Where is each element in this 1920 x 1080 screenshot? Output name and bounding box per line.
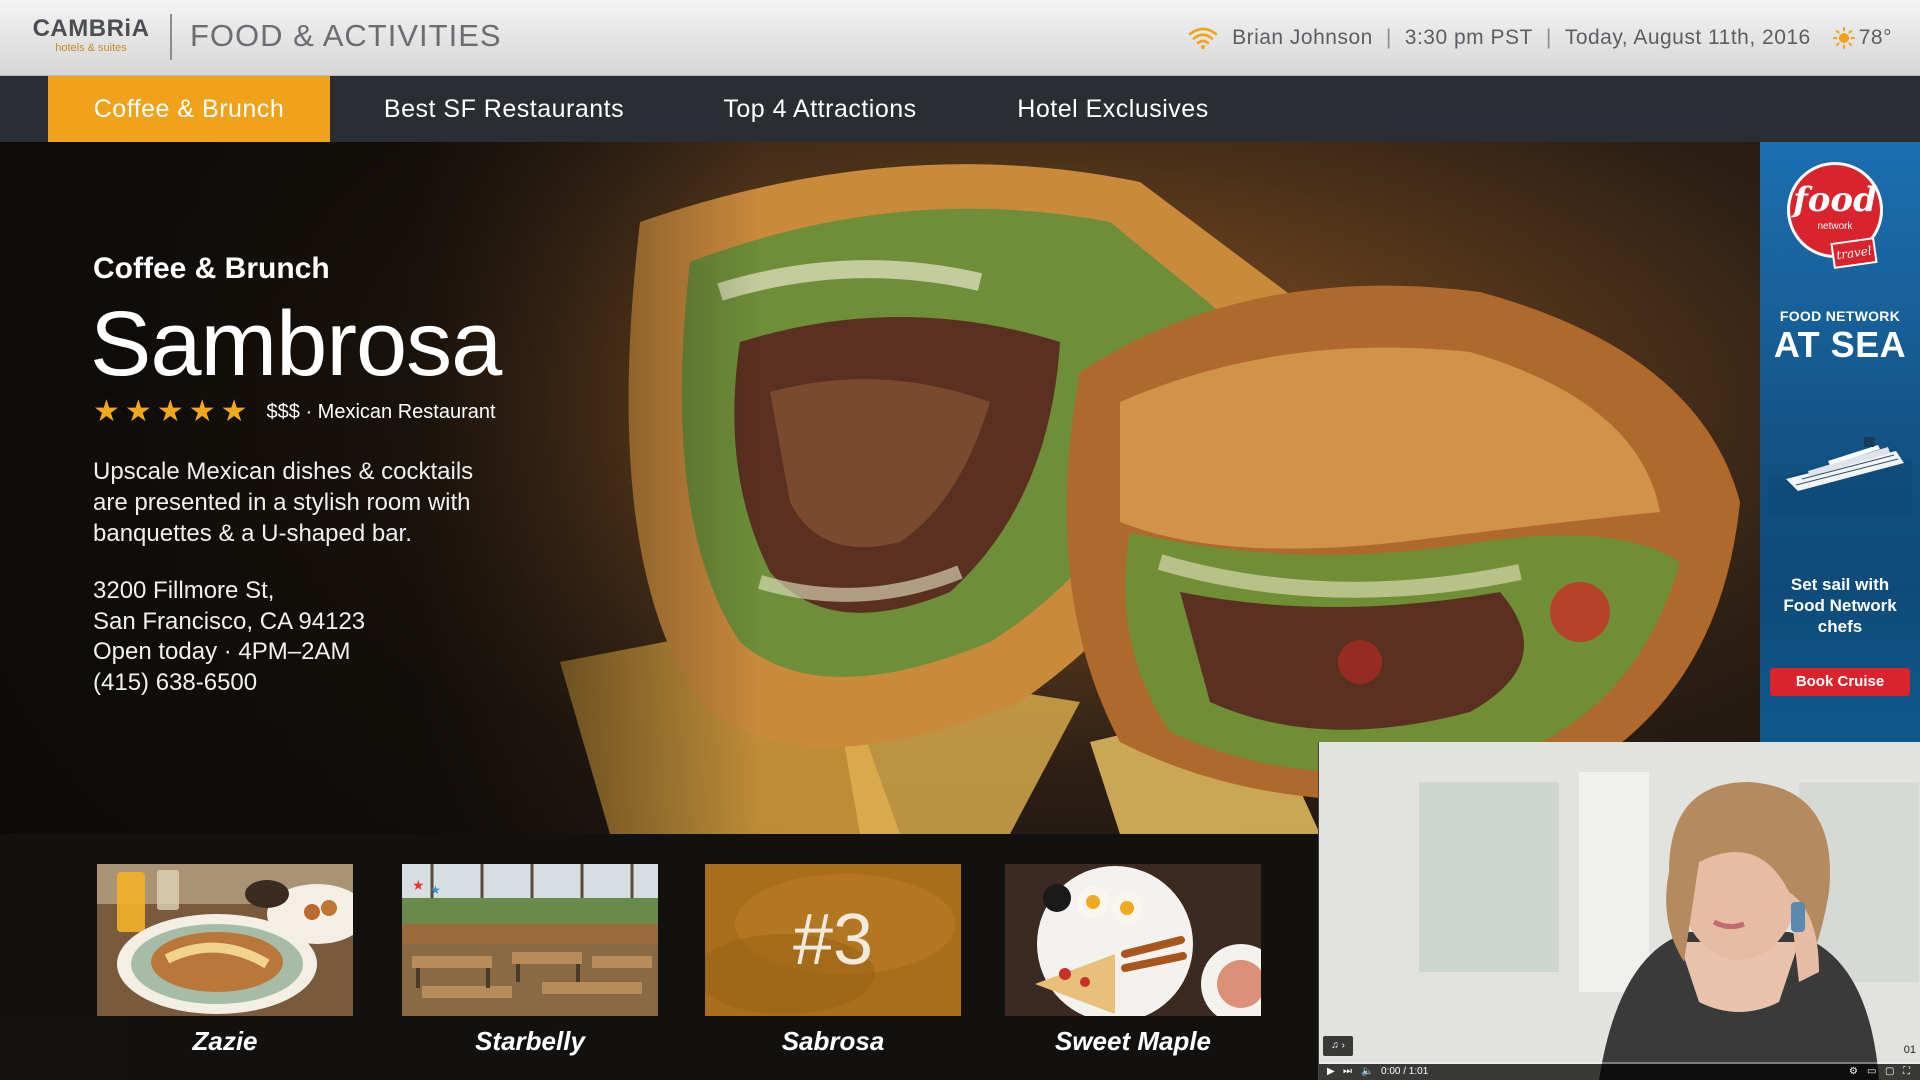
current-item-number: #3	[792, 900, 874, 980]
carousel-item-label: Starbelly	[475, 1026, 585, 1056]
carousel-item-zazie[interactable]: Zazie	[97, 864, 353, 1057]
ad-copy-line: chefs	[1817, 617, 1863, 636]
svg-text:★: ★	[412, 877, 425, 893]
logo-tagline: hotels & suites	[55, 42, 127, 54]
category-nav: Coffee & Brunch Best SF Restaurants Top …	[0, 76, 1920, 142]
next-icon[interactable]: ⏭	[1343, 1066, 1352, 1078]
current-time: 3:30 pm PST	[1404, 26, 1533, 49]
star-icon: ★	[220, 395, 248, 428]
carousel-item-starbelly[interactable]: ★ ★ Starbelly	[402, 864, 658, 1057]
video-time: 0:00 / 1:01	[1381, 1066, 1429, 1077]
description-line: Upscale Mexican dishes & cocktails	[93, 458, 474, 485]
tab-best-sf-restaurants[interactable]: Best SF Restaurants	[354, 76, 654, 142]
svg-text:★: ★	[430, 883, 441, 897]
book-cruise-button[interactable]: Book Cruise	[1770, 668, 1910, 696]
phone-number[interactable]: (415) 638-6500	[93, 668, 365, 699]
travel-badge: travel	[1830, 237, 1878, 269]
featured-hero: Coffee & Brunch Sambrosa ★ ★ ★ ★ ★ $$$ ·…	[0, 142, 1760, 834]
wifi-icon	[1188, 27, 1218, 49]
tab-hotel-exclusives[interactable]: Hotel Exclusives	[994, 76, 1232, 142]
ad-copy-line: Food Network	[1783, 596, 1897, 615]
ad-logo-text: food	[1793, 180, 1877, 220]
volume-icon[interactable]: 🔈	[1361, 1066, 1373, 1078]
tab-top-4-attractions[interactable]: Top 4 Attractions	[694, 76, 946, 142]
feature-description: Upscale Mexican dishes & cocktails are p…	[93, 456, 533, 549]
tab-coffee-brunch[interactable]: Coffee & Brunch	[48, 76, 330, 142]
carousel-item-label: Sabrosa	[781, 1026, 885, 1056]
video-chip[interactable]: ♫ ›	[1323, 1036, 1353, 1056]
description-line: banquettes & a U-shaped bar.	[93, 520, 412, 547]
opening-hours: Open today · 4PM–2AM	[93, 638, 351, 665]
food-network-ad[interactable]: food network travel FOOD NETWORK AT SEA …	[1760, 142, 1920, 742]
sweet-maple-thumbnail	[1005, 864, 1261, 1016]
ad-headline-big: AT SEA	[1773, 324, 1907, 365]
subtitles-icon[interactable]: ▭	[1867, 1066, 1876, 1078]
carousel-item-sweet-maple[interactable]: Sweet Maple	[1005, 864, 1261, 1057]
star-icon: ★	[93, 395, 120, 428]
feature-price-cuisine: $$$ · Mexican Restaurant	[266, 400, 496, 423]
play-icon[interactable]: ▶	[1327, 1066, 1335, 1078]
video-frame	[1319, 742, 1920, 1080]
feature-details: 3200 Fillmore St, San Francisco, CA 9412…	[93, 576, 365, 698]
user-name: Brian Johnson	[1232, 26, 1373, 49]
ad-copy: Set sail with Food Network chefs	[1760, 574, 1920, 637]
temperature: 78°	[1858, 26, 1892, 49]
carousel-item-label: Sweet Maple	[1054, 1026, 1212, 1056]
feature-name: Sambrosa	[90, 293, 502, 395]
current-date: Today, August 11th, 2016	[1564, 26, 1811, 49]
video-controls: ▶ ⏭ 🔈 0:00 / 1:01 ⚙ ▭ ▢ ⛶	[1319, 1064, 1920, 1080]
logo-wordmark: CAMBRiA	[32, 15, 150, 42]
header-divider	[170, 14, 172, 60]
settings-icon[interactable]: ⚙	[1849, 1066, 1858, 1078]
carousel-item-sabrosa[interactable]: #3 Sabrosa	[705, 864, 961, 1057]
section-title: FOOD & ACTIVITIES	[190, 18, 502, 53]
miniplayer-icon[interactable]: ▢	[1885, 1066, 1894, 1078]
fullscreen-icon[interactable]: ⛶	[1903, 1066, 1910, 1078]
status-separator: |	[1545, 26, 1552, 49]
star-icon: ★	[156, 395, 184, 428]
ad-logo-sub: network	[1817, 221, 1853, 232]
description-line: are presented in a stylish room with	[93, 489, 471, 516]
feature-rating: ★ ★ ★ ★ ★ $$$ · Mexican Restaurant	[93, 397, 496, 427]
starbelly-thumbnail: ★ ★	[402, 864, 658, 1016]
address-street: 3200 Fillmore St,	[93, 577, 275, 604]
star-icon: ★	[188, 395, 216, 428]
video-corner-time: 01	[1903, 1044, 1916, 1056]
status-separator: |	[1385, 26, 1392, 49]
ad-copy-line: Set sail with	[1790, 575, 1890, 594]
video-player[interactable]: ♫ › 01 ▶ ⏭ 🔈 0:00 / 1:01 ⚙ ▭ ▢ ⛶	[1318, 742, 1920, 1080]
feature-category: Coffee & Brunch	[93, 252, 330, 285]
carousel-item-label: Zazie	[192, 1026, 258, 1056]
restaurant-carousel: Zazie ★ ★ Starbelly #3 Sabrosa Sweet Map…	[0, 834, 1318, 1080]
status-area: Brian Johnson | 3:30 pm PST | Today, Aug…	[1188, 24, 1892, 52]
address-city: San Francisco, CA 94123	[93, 607, 366, 635]
ad-headline-small: FOOD NETWORK	[1779, 308, 1901, 324]
top-bar: CAMBRiA hotels & suites FOOD & ACTIVITIE…	[0, 0, 1920, 76]
cruise-ship-image	[1768, 437, 1912, 517]
sun-icon	[1832, 27, 1855, 49]
zazie-thumbnail	[97, 864, 353, 1016]
cambria-logo: CAMBRiA hotels & suites	[30, 15, 152, 55]
sabrosa-thumbnail: #3	[705, 864, 961, 1016]
star-icon: ★	[124, 395, 152, 428]
